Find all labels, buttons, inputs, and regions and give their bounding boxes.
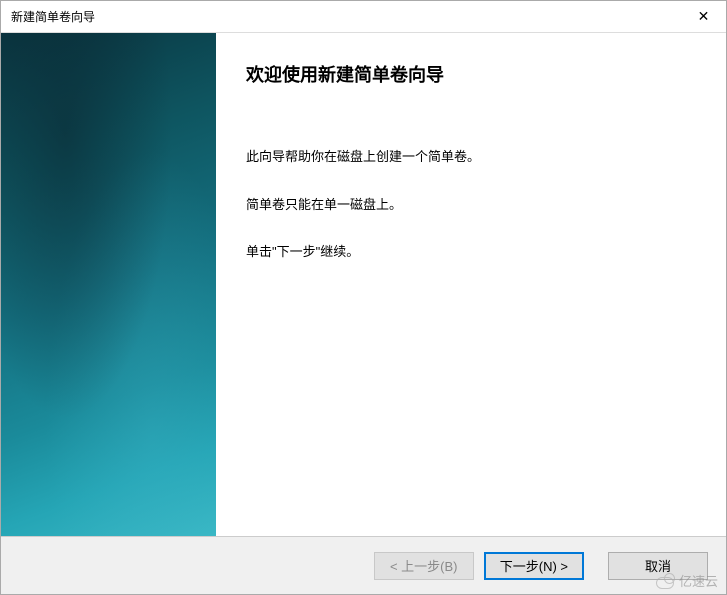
close-button[interactable]: ✕ xyxy=(681,1,726,32)
wizard-text-line-3: 单击"下一步"继续。 xyxy=(246,242,696,262)
window-title: 新建简单卷向导 xyxy=(11,8,95,25)
close-icon: ✕ xyxy=(698,8,710,25)
wizard-heading: 欢迎使用新建简单卷向导 xyxy=(246,61,696,87)
main-content: 欢迎使用新建简单卷向导 此向导帮助你在磁盘上创建一个简单卷。 简单卷只能在单一磁… xyxy=(216,33,726,536)
titlebar: 新建简单卷向导 ✕ xyxy=(1,1,726,33)
button-bar: < 上一步(B) 下一步(N) > 取消 xyxy=(1,536,726,594)
wizard-text-line-1: 此向导帮助你在磁盘上创建一个简单卷。 xyxy=(246,147,696,167)
wizard-dialog: 新建简单卷向导 ✕ 欢迎使用新建简单卷向导 此向导帮助你在磁盘上创建一个简单卷。… xyxy=(0,0,727,595)
content-area: 欢迎使用新建简单卷向导 此向导帮助你在磁盘上创建一个简单卷。 简单卷只能在单一磁… xyxy=(1,33,726,536)
back-button: < 上一步(B) xyxy=(374,552,474,580)
cancel-button[interactable]: 取消 xyxy=(608,552,708,580)
wizard-text-line-2: 简单卷只能在单一磁盘上。 xyxy=(246,195,696,215)
next-button[interactable]: 下一步(N) > xyxy=(484,552,584,580)
wizard-sidebar-image xyxy=(1,33,216,536)
